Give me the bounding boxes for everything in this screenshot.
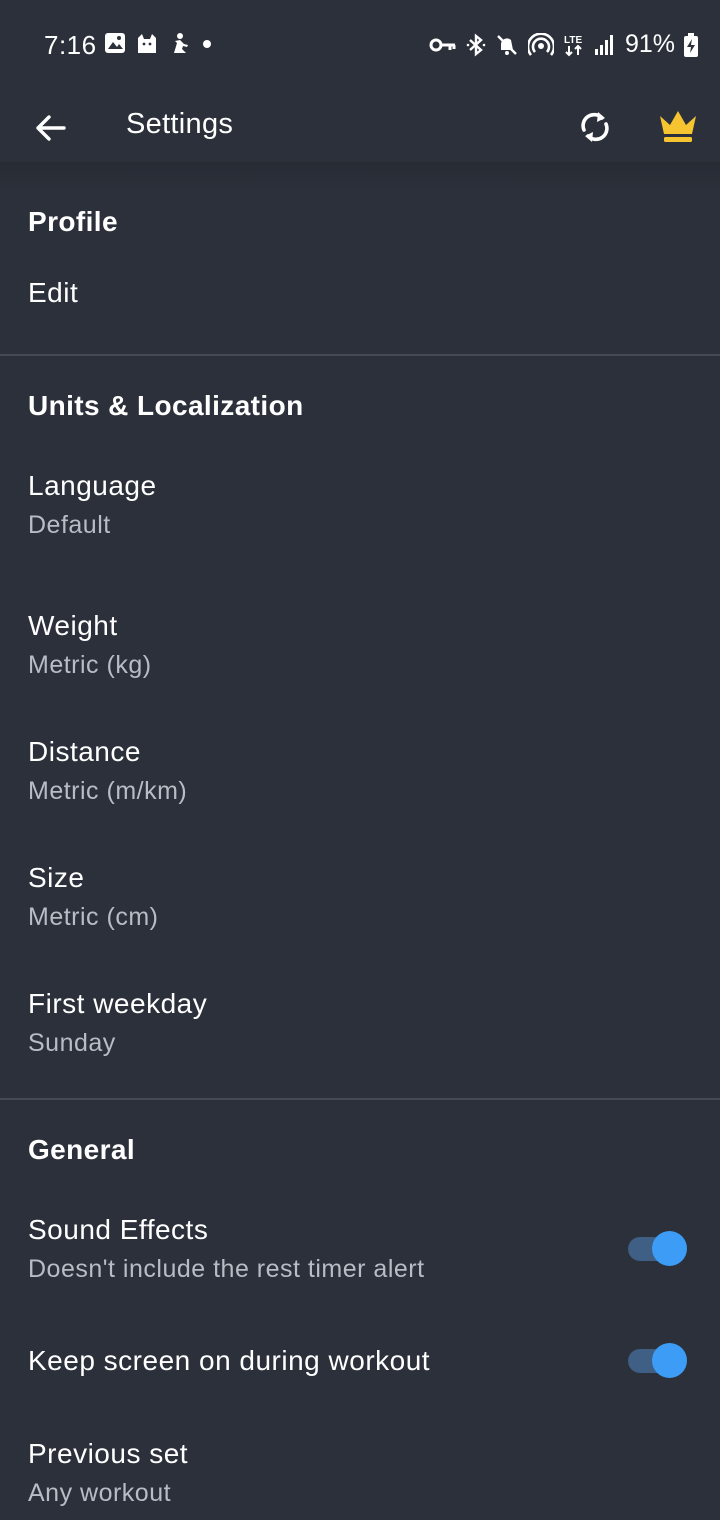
item-title: Previous set (28, 1438, 189, 1469)
item-subtitle: Any workout (28, 1479, 172, 1507)
item-title: Sound Effects (28, 1214, 209, 1245)
item-subtitle: Sunday (28, 1029, 116, 1057)
image-icon (104, 32, 126, 54)
settings-item-size[interactable] (0, 842, 720, 962)
item-subtitle: Metric (m/km) (28, 777, 188, 805)
page-title: Settings (126, 108, 234, 140)
section-title-profile: Profile (28, 206, 118, 237)
item-subtitle: Metric (cm) (28, 903, 159, 931)
arrow-left-icon (36, 115, 66, 141)
battery-charging-icon (684, 32, 698, 57)
lte-icon: LTE (563, 33, 585, 57)
item-title: Size (28, 862, 85, 893)
settings-item-language[interactable] (0, 450, 720, 570)
item-title: Distance (28, 736, 141, 767)
status-bar: 7:16 LTE 91% (0, 0, 720, 90)
item-title: Language (28, 470, 157, 501)
crown-icon (660, 111, 696, 142)
premium-button[interactable] (654, 102, 702, 150)
settings-item-sound-effects[interactable] (0, 1194, 720, 1304)
settings-item-first-weekday[interactable] (0, 968, 720, 1088)
section-divider (0, 354, 720, 356)
settings-item-weight[interactable] (0, 590, 720, 710)
section-title-general: General (28, 1134, 136, 1165)
item-subtitle: Doesn't include the rest timer alert (28, 1255, 425, 1283)
toggle-thumb (652, 1343, 687, 1378)
signal-icon (594, 34, 614, 56)
sound-effects-toggle[interactable] (626, 1229, 688, 1267)
settings-item-edit[interactable] (0, 258, 720, 330)
item-title: Weight (28, 610, 118, 641)
svg-text:LTE: LTE (564, 35, 582, 46)
toggle-thumb (652, 1231, 687, 1266)
section-divider (0, 1098, 720, 1100)
section-title-units: Units & Localization (28, 390, 304, 421)
dot-icon (200, 32, 214, 54)
figure-icon (168, 32, 190, 54)
settings-item-distance[interactable] (0, 716, 720, 836)
mute-icon (495, 33, 519, 57)
item-subtitle: Default (28, 511, 111, 539)
status-time: 7:16 (44, 30, 97, 60)
back-button[interactable] (28, 106, 72, 150)
hotspot-icon (527, 32, 554, 57)
item-title: First weekday (28, 988, 208, 1019)
item-subtitle: Metric (kg) (28, 651, 152, 679)
sync-button[interactable] (572, 104, 618, 150)
key-icon (429, 36, 457, 54)
item-title: Keep screen on during workout (28, 1345, 431, 1376)
battery-percent: 91% (624, 30, 675, 58)
status-right-icons: LTE 91% (429, 30, 698, 59)
keep-screen-on-toggle[interactable] (626, 1341, 688, 1379)
status-left-icons (104, 32, 214, 54)
app-bar-shadow (0, 162, 720, 190)
item-title: Edit (28, 277, 79, 308)
bluetooth-icon (466, 33, 486, 57)
sync-icon (581, 112, 609, 142)
cat-icon (136, 32, 158, 54)
app-bar: Settings (0, 90, 720, 162)
